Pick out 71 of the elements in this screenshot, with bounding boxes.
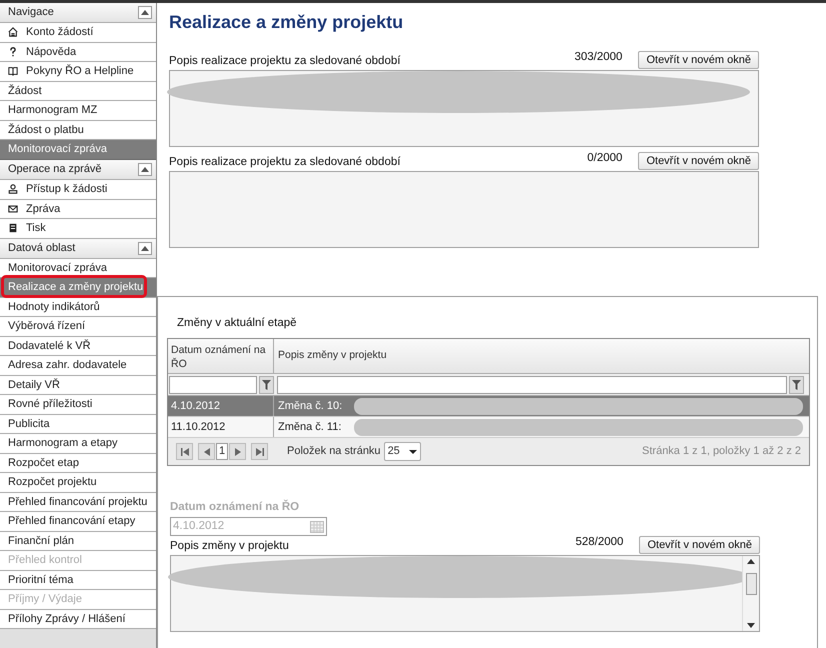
page-size-dropdown[interactable]: 25 (384, 442, 421, 461)
column-header[interactable]: Popis změny v projektu (274, 339, 809, 373)
section-header: Datová oblast (8, 240, 76, 256)
sidebar-item[interactable]: Harmonogram a etapy (0, 434, 156, 454)
last-page-icon (256, 448, 264, 456)
field-label: Popis realizace projektu za sledované období (169, 54, 402, 69)
sidebar-item[interactable]: Prioritní téma (0, 570, 156, 590)
sidebar-item[interactable]: Konto žádostí (0, 23, 156, 42)
page-title: Realizace a změny projektu (168, 11, 404, 34)
collapse-button[interactable] (138, 242, 152, 254)
sidebar-item[interactable]: Dodavatelé k VŘ (0, 336, 156, 356)
section-title: Změny v aktuální etapě (176, 316, 298, 331)
previous-page-button[interactable] (198, 443, 215, 460)
sidebar-item[interactable]: Přístup k žádosti (0, 180, 156, 200)
first-page-icon (180, 448, 188, 456)
section-header: Operace na zprávě (8, 162, 102, 178)
filter-field[interactable] (169, 376, 257, 394)
character-counter: 303/2000 (574, 50, 622, 65)
sidebar-item[interactable]: Nápověda (0, 42, 156, 62)
pager-summary: Stránka 1 z 1, položky 1 až 2 z 2 (642, 444, 801, 460)
sidebar-item[interactable]: Přílohy Zprávy / Hlášení (0, 610, 156, 629)
open-window-button[interactable]: Otevřít v novém okně (638, 51, 759, 69)
field-label: Popis realizace projektu za sledované období (169, 154, 402, 170)
sidebar-item[interactable]: Přehled financování projektu (0, 492, 156, 512)
page-field[interactable]: 1 (216, 443, 228, 460)
sidebar-item[interactable]: Hodnoty indikátorů (0, 298, 156, 317)
page-size-label: Položek na stránku (287, 444, 381, 460)
caret-up-icon (141, 10, 149, 15)
sidebar-item[interactable]: Pokyny ŘO a Helpline (0, 62, 156, 82)
caret-up-icon (141, 167, 149, 172)
next-page-icon (234, 448, 240, 456)
sidebar-item[interactable]: Detaily VŘ (0, 376, 156, 395)
next-page-button[interactable] (229, 443, 246, 460)
table-cell: 11.10.2012 (168, 417, 274, 437)
sidebar-item[interactable]: Realizace a změny projektu (0, 278, 156, 298)
section-band: Monitorovací zpráva (0, 140, 156, 160)
table-row[interactable]: 4.10.2012 Změna č. 10: (168, 396, 809, 417)
filter-field[interactable] (277, 376, 787, 394)
text-area[interactable] (169, 171, 759, 248)
sidebar-item[interactable]: Přehled financování etapy (0, 512, 156, 532)
character-counter: 0/2000 (587, 150, 622, 166)
field-label: Popis změny v projektu (170, 539, 290, 554)
previous-page-icon (204, 448, 210, 456)
table-cell: 4.10.2012 (168, 396, 274, 416)
sidebar-item[interactable]: Finanční plán (0, 532, 156, 551)
sidebar-item[interactable]: Žádost o platbu (0, 120, 156, 140)
sidebar-item[interactable]: Rozpočet projektu (0, 473, 156, 492)
last-page-button[interactable] (251, 443, 268, 460)
column-header[interactable]: Datum oznámení na ŘO (168, 339, 274, 373)
section-header: Navigace (8, 5, 54, 20)
caret-up-icon (141, 246, 149, 250)
caret-down-icon[interactable] (408, 450, 417, 454)
sidebar-item[interactable]: Adresa zahr. dodavatele (0, 356, 156, 376)
sidebar-item[interactable]: Výběrová řízení (0, 317, 156, 336)
filter-icon[interactable] (259, 376, 274, 394)
field-label: Datum oznámení na ŘO (169, 499, 300, 515)
sidebar-item[interactable]: Žádost (0, 82, 156, 101)
character-counter: 528/2000 (575, 535, 624, 550)
filter-icon[interactable] (789, 376, 804, 394)
sidebar-item[interactable]: Harmonogram MZ (0, 101, 156, 120)
collapse-button[interactable] (138, 163, 152, 176)
text-area[interactable] (169, 70, 759, 147)
sidebar-item[interactable]: Rovné příležitosti (0, 395, 156, 414)
open-window-button[interactable]: Otevřít v novém okně (638, 152, 759, 170)
sidebar-item[interactable]: Rozpočet etap (0, 454, 156, 473)
sidebar-item[interactable]: Publicita (0, 414, 156, 434)
collapse-button[interactable] (138, 6, 152, 19)
sidebar-item[interactable]: Tisk (0, 219, 156, 238)
first-page-button[interactable] (176, 443, 193, 460)
table-row[interactable]: 11.10.2012 Změna č. 11: (168, 417, 809, 438)
sidebar-item[interactable]: Zpráva (0, 200, 156, 219)
